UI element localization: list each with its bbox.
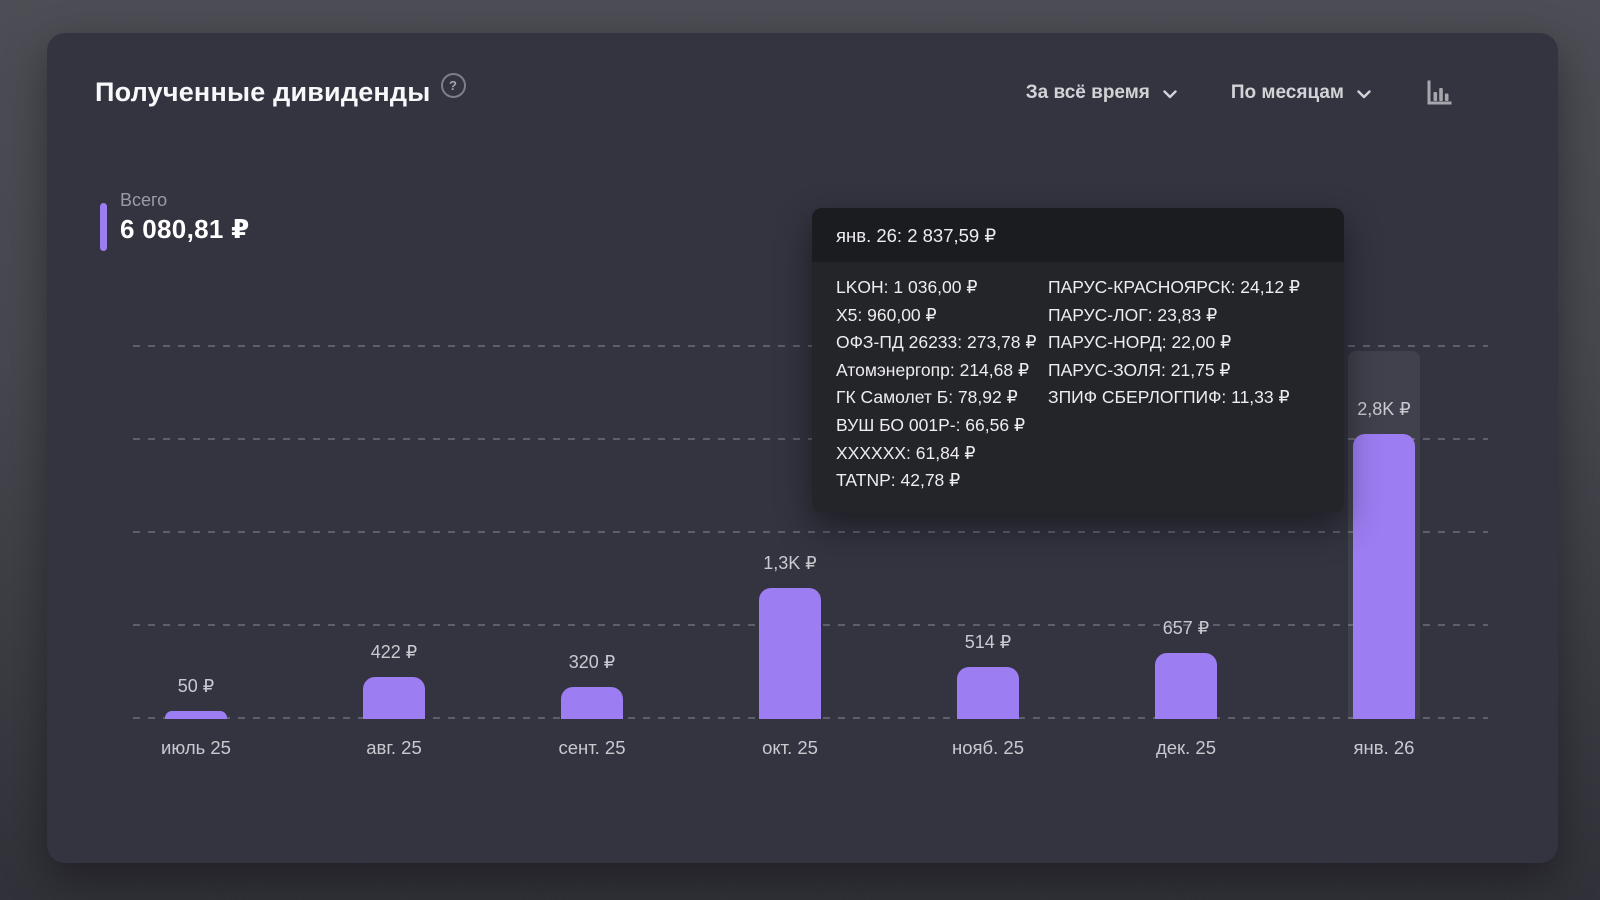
tooltip-item: ПАРУС-ЛОГ: 23,83 ₽ — [1048, 304, 1218, 325]
bar-окт. 25[interactable] — [759, 588, 821, 719]
bar-value-label: 320 ₽ — [568, 652, 616, 672]
page-title: Полученные дивиденды — [95, 77, 431, 107]
total-block: Всего 6 080,81 ₽ — [100, 188, 250, 251]
dividends-card: Полученные дивиденды ? За всё время По м… — [47, 33, 1558, 863]
help-icon[interactable]: ? — [440, 73, 466, 98]
bar-value-label: 422 ₽ — [370, 642, 418, 662]
card-header: Полученные дивиденды ? За всё время По м… — [95, 73, 1452, 108]
chart-tooltip: янв. 26: 2 837,59 ₽ LKOH: 1 036,00 ₽ X5: … — [812, 208, 1344, 513]
tooltip-item: XXXXXX: 61,84 ₽ — [836, 442, 976, 463]
tooltip-item: ПАРУС-НОРД: 22,00 ₽ — [1048, 332, 1232, 353]
bar-сент. 25[interactable] — [561, 687, 623, 719]
chevron-down-icon — [1163, 89, 1177, 98]
bar-авг. 25[interactable] — [363, 677, 425, 719]
gridline — [133, 531, 1488, 533]
bar-дек. 25[interactable] — [1155, 653, 1217, 719]
tooltip-item: LKOH: 1 036,00 ₽ — [836, 277, 978, 297]
header-controls: За всё время По месяцам — [1026, 79, 1452, 107]
x-axis-label: авг. 25 — [366, 737, 422, 758]
bar-chart-icon-glyph — [1427, 80, 1452, 104]
tooltip-item: ОФЗ-ПД 26233: 273,78 ₽ — [836, 332, 1037, 353]
total-accent-bar — [100, 203, 107, 251]
bar-value-label: 514 ₽ — [964, 632, 1012, 652]
tooltip-item: ПАРУС-КРАСНОЯРСК: 24,12 ₽ — [1048, 277, 1301, 297]
bar-нояб. 25[interactable] — [957, 667, 1019, 719]
tooltip-item: ВУШ БО 001Р-: 66,56 ₽ — [836, 414, 1026, 435]
x-axis-label: нояб. 25 — [952, 737, 1024, 758]
grouping-dropdown-label: По месяцам — [1230, 81, 1344, 103]
tooltip-item: TATNP: 42,78 ₽ — [836, 470, 961, 491]
bar-chart-icon[interactable] — [1425, 79, 1452, 107]
tooltip-item: ПАРУС-ЗОЛЯ: 21,75 ₽ — [1048, 359, 1231, 380]
x-axis-label: сент. 25 — [558, 737, 626, 758]
period-dropdown[interactable]: За всё время — [1026, 82, 1177, 104]
tooltip-item: ГК Самолет Б: 78,92 ₽ — [836, 387, 1018, 408]
tooltip-item: X5: 960,00 ₽ — [836, 304, 937, 325]
period-dropdown-label: За всё время — [1025, 81, 1150, 103]
bar-value-label: 657 ₽ — [1162, 618, 1210, 638]
bar-июль 25[interactable] — [165, 711, 227, 719]
x-axis-label: янв. 26 — [1353, 737, 1415, 758]
tooltip-column: LKOH: 1 036,00 ₽ X5: 960,00 ₽ ОФЗ-ПД 26233… — [836, 274, 1048, 495]
bar-янв. 26[interactable] — [1353, 434, 1415, 719]
total-label: Всего — [120, 190, 168, 210]
chevron-down-icon — [1357, 89, 1371, 98]
x-axis-label: окт. 25 — [762, 737, 818, 758]
bar-value-label: 50 ₽ — [177, 676, 215, 696]
grouping-dropdown[interactable]: По месяцам — [1231, 82, 1371, 104]
bar-value-label: 1,3K ₽ — [763, 553, 817, 573]
tooltip-item: Атомэнергопр: 214,68 ₽ — [836, 359, 1030, 380]
tooltip-body: LKOH: 1 036,00 ₽ X5: 960,00 ₽ ОФЗ-ПД 26233… — [812, 263, 1344, 513]
tooltip-item: ЗПИФ СБЕРЛОГПИФ: 11,33 ₽ — [1048, 387, 1290, 408]
total-value: 6 080,81 ₽ — [120, 214, 250, 244]
tooltip-title: янв. 26: 2 837,59 ₽ — [812, 208, 1344, 263]
x-axis-label: июль 25 — [161, 737, 231, 758]
tooltip-column: ПАРУС-КРАСНОЯРСК: 24,12 ₽ ПАРУС-ЛОГ: 23,8… — [1048, 274, 1320, 495]
x-axis-label: дек. 25 — [1155, 737, 1217, 758]
